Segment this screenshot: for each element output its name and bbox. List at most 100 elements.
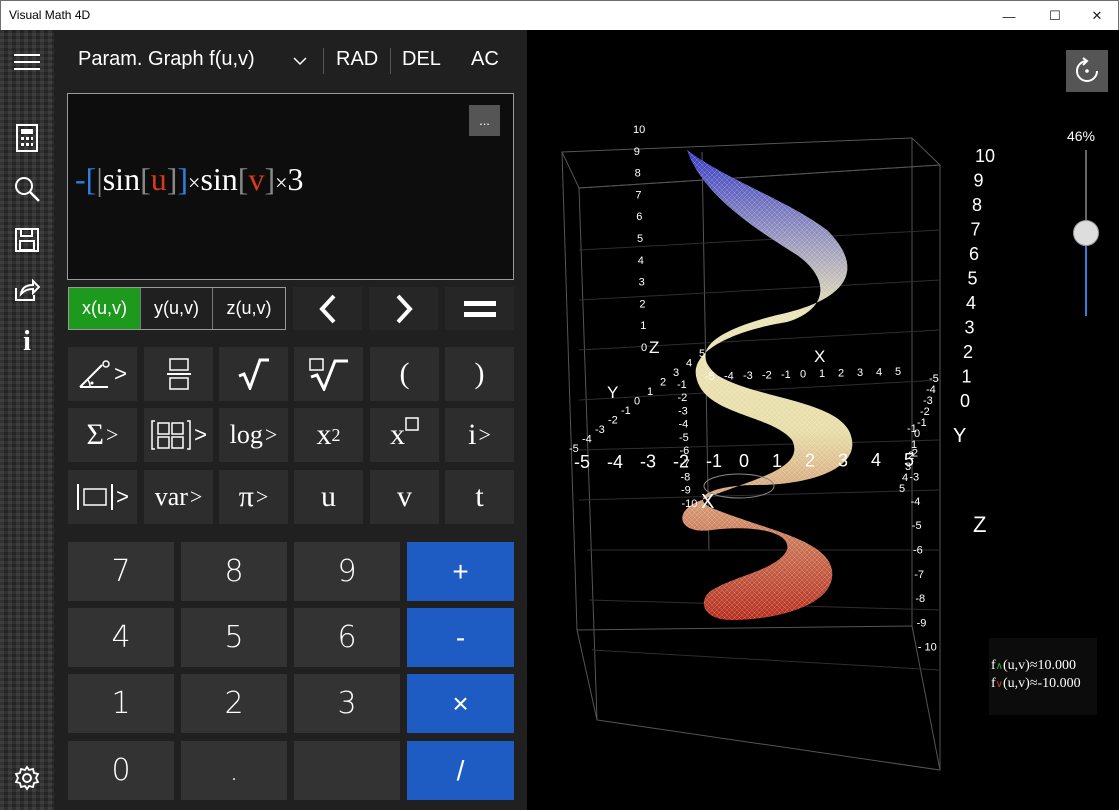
square-root-button[interactable] — [219, 347, 288, 401]
share-button[interactable] — [9, 272, 45, 308]
more-icon: ... — [479, 113, 490, 128]
angle-menu-button[interactable]: > — [68, 347, 137, 401]
formula-display[interactable]: -[|sin[u]]×sin[v]×3 — [75, 161, 304, 198]
x-tick-back: -5 — [705, 371, 715, 383]
sum-menu-button[interactable]: Σ > — [68, 408, 137, 462]
digit-button[interactable]: 1 — [68, 674, 174, 733]
tab-z[interactable]: z(u,v) — [213, 288, 285, 329]
calculator-panel: Param. Graph f(u,v) RAD DEL AC ... -[|si… — [54, 30, 527, 810]
equals-button[interactable] — [445, 287, 514, 330]
formula-editor[interactable]: ... -[|sin[u]]×sin[v]×3 — [67, 93, 514, 280]
key-label: 8 — [224, 554, 244, 589]
operator-button[interactable]: + — [407, 542, 514, 601]
operator-button[interactable]: / — [407, 741, 514, 800]
var-v-button[interactable]: v — [370, 470, 439, 524]
var-menu-button[interactable]: var > — [144, 470, 213, 524]
operator-button[interactable]: - — [407, 608, 514, 667]
z-tick-left: 10 — [633, 124, 645, 136]
y-tick-right: 0 — [914, 428, 920, 440]
z-tick-left: 2 — [639, 298, 645, 310]
imaginary-menu-button[interactable]: i > — [445, 408, 514, 462]
divider — [323, 48, 324, 74]
abs-menu-button[interactable]: > — [68, 470, 137, 524]
info-button[interactable]: i — [9, 324, 45, 360]
cursor-right-button[interactable] — [369, 287, 438, 330]
z-tick-right: 6 — [969, 244, 979, 264]
var-t-button[interactable]: t — [445, 470, 514, 524]
digit-button[interactable]: 3 — [294, 674, 400, 733]
x-tick-front: -1 — [706, 451, 722, 471]
delete-button[interactable]: DEL — [402, 48, 441, 71]
digit-button[interactable]: 8 — [181, 542, 287, 601]
chevron-down-icon[interactable] — [293, 57, 307, 66]
key-label: - — [455, 621, 466, 653]
graph-viewport[interactable]: 10 9 8 7 6 5 4 3 2 1 0 -1 -2 -3 -4 -5 -6 -7 -8 -9- 10 10 9 8 7 6… — [527, 30, 1119, 810]
nth-root-button[interactable] — [294, 347, 363, 401]
fraction-button[interactable] — [144, 347, 213, 401]
matrix-icon — [151, 420, 191, 450]
menu-button[interactable] — [9, 44, 45, 80]
operator-button[interactable]: × — [407, 674, 514, 733]
digit-button[interactable]: 7 — [68, 542, 174, 601]
min-value-text: f∨(u,v)≈-10.000 — [991, 676, 1081, 692]
y-tick-right: 4 — [902, 472, 908, 484]
x-tick-back: -4 — [724, 371, 734, 383]
digit-button[interactable]: . — [181, 741, 287, 800]
key-label: 9 — [337, 554, 357, 589]
auto-rotate-button[interactable] — [1066, 50, 1108, 92]
key-label: / — [456, 754, 465, 786]
pi-menu-button[interactable]: π > — [219, 470, 288, 524]
x-tick-front: 4 — [871, 450, 881, 470]
more-button[interactable]: ... — [469, 105, 500, 136]
chevron-right-icon: > — [116, 484, 129, 509]
key-label: 1 — [111, 686, 131, 721]
y-tick-left: -5 — [569, 443, 579, 455]
title-bar: Visual Math 4D — ☐ ✕ — [0, 0, 1119, 30]
power-button[interactable]: x — [370, 408, 439, 462]
search-button[interactable] — [9, 171, 45, 207]
formula-sin: sin — [200, 161, 238, 197]
z-tick-left: -5 — [679, 432, 689, 444]
z-tick-right: 5 — [968, 269, 978, 289]
z-tick-left: 8 — [635, 168, 641, 180]
log-menu-button[interactable]: log > — [219, 408, 288, 462]
paren-open-button[interactable]: ( — [370, 347, 439, 401]
square-button[interactable]: x2 — [294, 408, 363, 462]
digit-button[interactable]: 6 — [294, 608, 400, 667]
absolute-value-icon — [77, 484, 114, 510]
cursor-left-button[interactable] — [293, 287, 362, 330]
tab-y[interactable]: y(u,v) — [141, 288, 213, 329]
y-tick-left: 5 — [699, 348, 705, 360]
tab-x[interactable]: x(u,v) — [69, 288, 141, 329]
var-label: var — [154, 482, 188, 511]
tab-y-label: y(u,v) — [154, 298, 199, 318]
digit-button[interactable]: 9 — [294, 542, 400, 601]
close-button[interactable]: ✕ — [1074, 1, 1119, 31]
key-label: 0 — [111, 753, 131, 788]
z-tick-left: -1 — [677, 379, 687, 391]
digit-button[interactable]: 5 — [181, 608, 287, 667]
paren-close-button[interactable]: ) — [445, 347, 514, 401]
y-tick-right: -2 — [920, 406, 930, 418]
matrix-menu-button[interactable]: > — [144, 408, 213, 462]
zoom-slider-thumb[interactable] — [1073, 220, 1099, 246]
digit-button[interactable]: 4 — [68, 608, 174, 667]
minimize-button[interactable]: — — [986, 1, 1032, 31]
chevron-right-icon: > — [255, 484, 269, 509]
all-clear-button[interactable]: AC — [471, 48, 499, 71]
blank-key — [294, 741, 400, 800]
calculator-button[interactable] — [9, 120, 45, 156]
z-tick-right: 0 — [960, 391, 970, 411]
save-button[interactable] — [9, 222, 45, 258]
x-tick-back: 1 — [819, 368, 825, 380]
mode-select[interactable]: Param. Graph f(u,v) — [78, 48, 255, 71]
maximize-button[interactable]: ☐ — [1032, 1, 1078, 31]
digit-button[interactable]: 2 — [181, 674, 287, 733]
z-tick-right: 9 — [974, 171, 984, 191]
angle-mode-button[interactable]: RAD — [336, 48, 378, 71]
y-tick-right: 1 — [911, 439, 917, 451]
digit-button[interactable]: 0 — [68, 741, 174, 800]
max-arrow-icon: ∧ — [995, 661, 1003, 672]
settings-button[interactable] — [9, 760, 45, 796]
var-u-button[interactable]: u — [294, 470, 363, 524]
